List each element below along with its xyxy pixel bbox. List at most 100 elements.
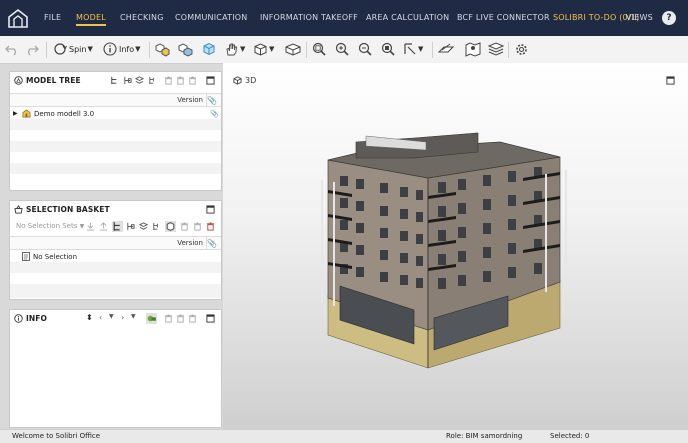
version-column-header: Version (177, 239, 203, 247)
model-structure-button[interactable] (154, 40, 170, 58)
viewport-title: 3D (233, 76, 256, 85)
delete-all-icon[interactable] (176, 76, 185, 85)
redo-button[interactable] (25, 40, 39, 58)
settings-button[interactable] (514, 40, 529, 58)
download-icon[interactable] (86, 222, 95, 231)
hierarchy-icon[interactable] (112, 221, 123, 232)
solibri-logo-icon[interactable] (7, 7, 29, 29)
maximize-panel-icon[interactable] (206, 314, 215, 323)
layers-tree-icon[interactable] (135, 76, 144, 85)
sort-icon[interactable]: ⬍ (86, 313, 93, 322)
info-dropdown[interactable]: Info ▼ (103, 40, 141, 58)
hierarchy-icon[interactable] (110, 76, 119, 85)
group-tree-icon[interactable] (148, 76, 157, 85)
caret-down-icon: ▼ (418, 45, 424, 53)
delete-icon[interactable] (180, 222, 189, 231)
version-column-header: Version (177, 96, 203, 104)
undo-button[interactable] (5, 40, 19, 58)
caret-down-icon[interactable]: ▼ (131, 313, 136, 320)
basket-item-no-selection[interactable]: No Selection (10, 251, 221, 262)
next-icon[interactable]: › (121, 313, 124, 322)
expand-arrow-icon[interactable]: ▶ (13, 110, 18, 117)
tab-area-calculation[interactable]: AREA CALCULATION (366, 13, 449, 22)
caret-down-icon[interactable]: ▼ (109, 313, 114, 320)
selection-basket-header: SELECTION BASKET (10, 201, 221, 218)
tab-model[interactable]: MODEL (76, 13, 106, 26)
gear-icon (516, 43, 527, 55)
tab-bcf-live-connector[interactable]: BCF LIVE CONNECTOR (457, 13, 550, 22)
layers-button[interactable] (488, 40, 504, 58)
spin-icon (54, 43, 67, 55)
maximize-panel-icon[interactable] (206, 205, 215, 214)
zoom-selection-button[interactable] (381, 40, 395, 58)
spin-dropdown[interactable]: Spin ▼ (53, 40, 93, 58)
zoom-in-icon (335, 42, 349, 56)
visibility-dropdown[interactable]: ▼ (224, 40, 245, 58)
select-3d-button[interactable] (202, 40, 216, 58)
help-button[interactable]: ? (662, 11, 676, 25)
undo-icon (5, 45, 16, 56)
cube-outline-icon (254, 42, 267, 56)
attachment-icon: 📎 (207, 239, 217, 248)
maximize-panel-icon[interactable] (206, 76, 215, 85)
tree-filter-icon[interactable] (123, 76, 132, 85)
layers-icon (488, 42, 504, 56)
model-toolbar: Spin ▼ Info ▼ ▼ ▼ ▼ (0, 36, 688, 64)
info-icon (103, 42, 117, 56)
zoom-fit-button[interactable] (312, 40, 326, 58)
delete-icon[interactable] (164, 76, 173, 85)
map-button[interactable] (465, 40, 481, 58)
info-icon (14, 314, 23, 323)
clear-basket-icon[interactable] (206, 222, 215, 231)
maximize-viewport-icon[interactable] (666, 76, 675, 85)
caret-down-icon: ▼ (87, 45, 93, 53)
info-panel: INFO ⬍ ‹ ▼ › ▼ (9, 309, 222, 428)
basket-item-label: No Selection (33, 253, 78, 261)
delete-icon[interactable] (164, 314, 173, 323)
measure-icon (404, 43, 416, 55)
view-dropdown[interactable]: ▼ (253, 40, 274, 58)
tree-filter-icon[interactable] (126, 222, 135, 231)
tab-communication[interactable]: COMMUNICATION (175, 13, 247, 22)
tree-item-label: Demo modell 3.0 (34, 110, 95, 118)
remove-icon[interactable] (188, 314, 197, 323)
tab-views[interactable]: VIEWS (626, 13, 653, 22)
delete-all-icon[interactable] (193, 222, 202, 231)
viewport-title-label: 3D (245, 76, 257, 85)
highlight-info-icon[interactable] (146, 313, 157, 324)
redo-icon (28, 45, 39, 56)
layers-tree-icon[interactable] (139, 222, 148, 231)
measure-dropdown[interactable]: ▼ (403, 40, 423, 58)
previous-icon[interactable]: ‹ (99, 313, 102, 322)
slice-button[interactable] (438, 40, 454, 58)
group-tree-icon[interactable] (152, 222, 161, 231)
caret-down-icon: ▼ (240, 45, 246, 53)
upload-icon[interactable] (99, 222, 108, 231)
info-label: Info (119, 44, 135, 54)
zoom-in-button[interactable] (335, 40, 349, 58)
box-section-button[interactable] (285, 40, 301, 58)
selection-sets-dropdown[interactable]: No Selection Sets ▼ (16, 222, 84, 230)
status-message: Welcome to Solibri Office (12, 432, 101, 440)
cube-select-icon[interactable] (165, 221, 176, 232)
zoom-selection-icon (381, 42, 395, 56)
tab-checking[interactable]: CHECKING (120, 13, 164, 22)
selection-basket-title: SELECTION BASKET (26, 205, 110, 214)
components-button[interactable] (177, 40, 193, 58)
zoom-out-button[interactable] (358, 40, 372, 58)
box-section-icon (285, 43, 301, 56)
tree-item-demo-model[interactable]: ▶ Demo modell 3.0 📎 (10, 108, 221, 119)
selection-basket-panel: SELECTION BASKET No Selection Sets ▼ Ver… (9, 200, 222, 300)
zoom-fit-icon (312, 42, 326, 56)
building-model-3d[interactable] (318, 130, 580, 385)
cube-blue-icon (203, 42, 215, 56)
map-pin-icon (465, 42, 481, 57)
cubes-icon (155, 43, 170, 57)
remove-icon[interactable] (188, 76, 197, 85)
delete-all-icon[interactable] (176, 314, 185, 323)
attachment-icon: 📎 (210, 110, 219, 118)
cube-icon (233, 76, 242, 85)
slice-plane-icon (438, 43, 454, 53)
tab-file[interactable]: FILE (44, 13, 61, 22)
tab-information-takeoff[interactable]: INFORMATION TAKEOFF (260, 13, 358, 22)
